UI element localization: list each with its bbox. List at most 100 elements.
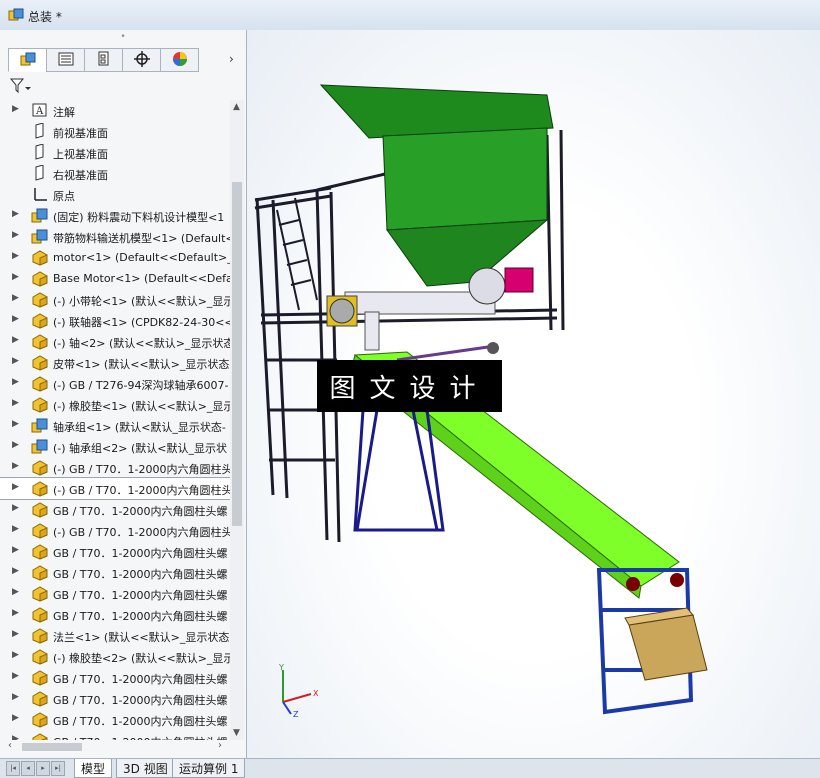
tree-item[interactable]: ▶ 法兰<1> (默认<<默认>_显示状态 bbox=[0, 625, 230, 646]
annotation-icon: A bbox=[31, 102, 49, 119]
next-tab-icon[interactable]: ▸ bbox=[36, 761, 50, 776]
tab-featuremanager[interactable] bbox=[8, 48, 46, 72]
tree-item[interactable]: ▶ (-) GB / T70．1-2000内六角圆柱头 bbox=[0, 520, 230, 541]
tab-propertymanager[interactable] bbox=[46, 48, 84, 72]
tree-item[interactable]: ▶ 轴承组<1> (默认<默认_显示状态- bbox=[0, 415, 230, 436]
tree-horizontal-scrollbar[interactable]: ‹ › bbox=[8, 740, 230, 754]
tree-item[interactable]: ▶ (-) 联轴器<1> (CPDK82-24-30<< bbox=[0, 310, 230, 331]
expand-arrow-icon[interactable]: ▶ bbox=[12, 398, 19, 408]
first-tab-icon[interactable]: |◂ bbox=[6, 761, 20, 776]
tree-item-label: (-) 橡胶垫<2> (默认<<默认>_显示 bbox=[53, 652, 230, 665]
tree-item[interactable]: ▶GB / T70．1-2000内六角圆柱头螺 bbox=[0, 562, 230, 583]
tree-item[interactable]: ▶GB / T70．1-2000内六角圆柱头螺 bbox=[0, 541, 230, 562]
tree-item[interactable]: ▶ 带筋物料输送机模型<1> (Default< bbox=[0, 226, 230, 247]
tree-item[interactable]: ▶ (-) 轴<2> (默认<<默认>_显示状态 bbox=[0, 331, 230, 352]
tree-item[interactable]: ▶GB / T70．1-2000内六角圆柱头螺 bbox=[0, 667, 230, 688]
tree-item[interactable]: 上视基准面 bbox=[0, 142, 230, 163]
tree-item[interactable]: ▶ (固定) 粉料震动下料机设计模型<1 bbox=[0, 205, 230, 226]
tree-item-label: (-) GB / T70．1-2000内六角圆柱头 bbox=[53, 463, 230, 476]
tree-item[interactable]: ▶ (-) GB / T70．1-2000内六角圆柱头 bbox=[0, 457, 230, 478]
tree-item-label: 轴承组<1> (默认<默认_显示状态- bbox=[53, 421, 226, 434]
tab-displaymanager[interactable] bbox=[160, 48, 199, 72]
expand-arrow-icon[interactable]: ▶ bbox=[12, 503, 19, 513]
expand-arrow-icon[interactable]: ▶ bbox=[12, 209, 19, 219]
expand-arrow-icon[interactable]: ▶ bbox=[12, 524, 19, 534]
expand-arrow-icon[interactable]: ▶ bbox=[12, 251, 19, 261]
tree-item[interactable]: ▶ GB / T70．1-2000内六角圆柱头螺 bbox=[0, 583, 230, 604]
tree-item[interactable]: ▶ (-) 橡胶垫<1> (默认<<默认>_显示 bbox=[0, 394, 230, 415]
tree-item[interactable]: ▶ GB / T70．1-2000内六角圆柱头螺 bbox=[0, 688, 230, 709]
expand-arrow-icon[interactable]: ▶ bbox=[12, 629, 19, 639]
scroll-down-arrow-icon[interactable]: ▼ bbox=[233, 728, 240, 738]
tree-item[interactable]: ▶ motor<1> (Default<<Default>_ bbox=[0, 247, 230, 268]
expand-arrow-icon[interactable]: ▶ bbox=[12, 314, 19, 324]
scroll-right-arrow-icon[interactable]: › bbox=[218, 740, 222, 751]
chevron-right-icon[interactable]: › bbox=[229, 52, 234, 66]
tree-item-label: GB / T70．1-2000内六角圆柱头螺 bbox=[53, 694, 228, 707]
hscroll-thumb[interactable] bbox=[22, 743, 82, 751]
tab-dimxpert[interactable] bbox=[122, 48, 160, 72]
tree-item-label: 原点 bbox=[53, 190, 75, 203]
tree-item[interactable]: ▶ 皮带<1> (默认<<默认>_显示状态- bbox=[0, 352, 230, 373]
part-icon bbox=[31, 627, 49, 644]
tab-configurationmanager[interactable] bbox=[84, 48, 122, 72]
tree-item[interactable]: ▶ Base Motor<1> (Default<<Defa bbox=[0, 268, 230, 289]
part-icon bbox=[31, 585, 49, 602]
expand-arrow-icon[interactable]: ▶ bbox=[12, 608, 19, 618]
expand-arrow-icon[interactable]: ▶ bbox=[12, 692, 19, 702]
tree-item[interactable]: ▶ (-) 轴承组<2> (默认<默认_显示状 bbox=[0, 436, 230, 457]
tree-vertical-scrollbar[interactable]: ▲ ▼ bbox=[230, 100, 244, 740]
tree-item[interactable]: ▶ GB / T70．1-2000内六角圆柱头螺 bbox=[0, 499, 230, 520]
expand-arrow-icon[interactable]: ▶ bbox=[12, 713, 19, 723]
filter-button[interactable] bbox=[9, 78, 40, 96]
expand-arrow-icon[interactable]: ▶ bbox=[12, 335, 19, 345]
last-tab-icon[interactable]: ▸| bbox=[51, 761, 65, 776]
tree-item-label: GB / T70．1-2000内六角圆柱头螺 bbox=[53, 505, 228, 518]
tree-item[interactable]: 右视基准面 bbox=[0, 163, 230, 184]
tree-item[interactable]: ▶ (-) 小带轮<1> (默认<<默认>_显示 bbox=[0, 289, 230, 310]
expand-arrow-icon[interactable]: ▶ bbox=[12, 356, 19, 366]
expand-arrow-icon[interactable]: ▶ bbox=[12, 272, 19, 282]
scroll-left-arrow-icon[interactable]: ‹ bbox=[8, 740, 12, 751]
tree-item-label: GB / T70．1-2000内六角圆柱头螺 bbox=[53, 589, 228, 602]
tree-item[interactable]: ▶ (-) GB / T70．1-2000内六角圆柱头 bbox=[0, 477, 230, 500]
assembly-icon bbox=[8, 8, 24, 25]
tab-motion-study[interactable]: 运动算例 1 bbox=[172, 759, 246, 778]
expand-arrow-icon[interactable]: ▶ bbox=[12, 650, 19, 660]
tree-item[interactable]: 原点 bbox=[0, 184, 230, 205]
scroll-up-arrow-icon[interactable]: ▲ bbox=[233, 102, 240, 112]
expand-arrow-icon[interactable]: ▶ bbox=[12, 566, 19, 576]
tree-item-label: (-) GB / T70．1-2000内六角圆柱头 bbox=[53, 484, 230, 497]
tree-item[interactable]: 前视基准面 bbox=[0, 121, 230, 142]
expand-arrow-icon[interactable]: ▶ bbox=[12, 440, 19, 450]
tab-model[interactable]: 模型 bbox=[74, 759, 113, 778]
tab-3d-view[interactable]: 3D 视图 bbox=[116, 759, 175, 778]
tree-item-label: 带筋物料输送机模型<1> (Default< bbox=[53, 232, 230, 245]
tree-item-label: (-) 轴承组<2> (默认<默认_显示状 bbox=[53, 442, 227, 455]
prev-tab-icon[interactable]: ◂ bbox=[21, 761, 35, 776]
expand-arrow-icon[interactable]: ▶ bbox=[12, 545, 19, 555]
expand-arrow-icon[interactable]: ▶ bbox=[12, 293, 19, 303]
expand-arrow-icon[interactable]: ▶ bbox=[12, 671, 19, 681]
panel-grip[interactable]: • bbox=[0, 32, 246, 42]
bottom-tab-bar: |◂ ◂ ▸ ▸| 模型 3D 视图 运动算例 1 bbox=[0, 758, 820, 778]
expand-arrow-icon[interactable]: ▶ bbox=[12, 461, 19, 471]
assembly-icon bbox=[31, 228, 49, 245]
expand-arrow-icon[interactable]: ▶ bbox=[12, 587, 19, 597]
tree-item[interactable]: ▶ (-) 橡胶垫<2> (默认<<默认>_显示 bbox=[0, 646, 230, 667]
expand-arrow-icon[interactable]: ▶ bbox=[12, 104, 19, 114]
part-icon bbox=[31, 564, 49, 581]
expand-arrow-icon[interactable]: ▶ bbox=[12, 482, 19, 492]
tree-item[interactable]: ▶GB / T70．1-2000内六角圆柱头螺 bbox=[0, 730, 230, 740]
tree-item[interactable]: ▶GB / T70．1-2000内六角圆柱头螺 bbox=[0, 709, 230, 730]
part-icon bbox=[31, 354, 49, 371]
scroll-thumb[interactable] bbox=[232, 182, 242, 526]
expand-arrow-icon[interactable]: ▶ bbox=[12, 230, 19, 240]
tree-item[interactable]: ▶GB / T70．1-2000内六角圆柱头螺 bbox=[0, 604, 230, 625]
part-icon bbox=[31, 396, 49, 413]
tree-item[interactable]: ▶ (-) GB / T276-94深沟球轴承6007- bbox=[0, 373, 230, 394]
tree-item[interactable]: ▶ A 注解 bbox=[0, 100, 230, 121]
part-icon bbox=[31, 291, 49, 308]
expand-arrow-icon[interactable]: ▶ bbox=[12, 377, 19, 387]
expand-arrow-icon[interactable]: ▶ bbox=[12, 419, 19, 429]
